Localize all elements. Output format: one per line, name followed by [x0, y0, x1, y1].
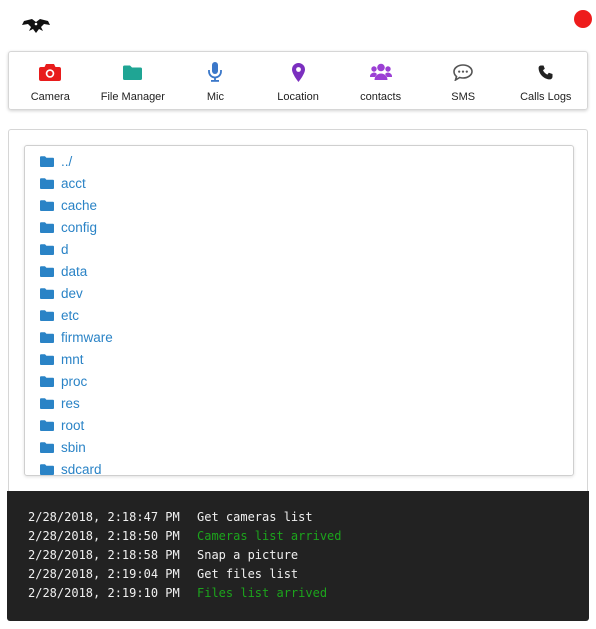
microphone-icon [203, 61, 227, 83]
tool-camera[interactable]: Camera [9, 52, 92, 109]
tool-label: contacts [360, 91, 402, 103]
folder-icon [40, 265, 54, 277]
toolbar: Camera File Manager Mic Location contact… [8, 51, 588, 110]
log-row: 2/28/2018, 2:19:10 PM Files list arrived [28, 583, 589, 602]
users-icon [369, 61, 393, 83]
log-timestamp: 2/28/2018, 2:19:04 PM [28, 566, 180, 581]
file-item[interactable]: sdcard [40, 458, 573, 476]
status-dot-icon [574, 10, 592, 28]
file-item[interactable]: proc [40, 370, 573, 392]
file-name: ../ [61, 153, 73, 169]
console-log: 2/28/2018, 2:18:47 PM Get cameras list 2/2… [7, 491, 589, 621]
tool-label: Mic [206, 91, 224, 103]
file-item[interactable]: acct [40, 172, 573, 194]
file-name: data [61, 263, 88, 279]
file-item[interactable]: dev [40, 282, 573, 304]
tool-calls-logs[interactable]: Calls Logs [504, 52, 587, 109]
header [0, 0, 596, 48]
folder-icon [40, 155, 54, 167]
folder-icon [40, 177, 54, 189]
file-manager-panel: ../ acct cache config d data dev etc firmware mnt… [8, 129, 588, 491]
folder-icon [40, 463, 54, 475]
file-item[interactable]: firmware [40, 326, 573, 348]
folder-icon [40, 353, 54, 365]
file-name: firmware [61, 329, 113, 345]
file-name: config [61, 219, 98, 235]
tool-label: SMS [451, 91, 476, 103]
tool-label: Location [277, 91, 319, 103]
file-name: proc [61, 373, 88, 389]
file-name: acct [61, 175, 86, 191]
log-timestamp: 2/28/2018, 2:18:58 PM [28, 547, 180, 562]
tool-label: Calls Logs [520, 91, 572, 103]
log-row: 2/28/2018, 2:19:04 PM Get files list [28, 564, 589, 583]
tool-file-manager[interactable]: File Manager [92, 52, 175, 109]
file-name: root [61, 417, 85, 433]
log-timestamp: 2/28/2018, 2:19:10 PM [28, 585, 180, 600]
log-message: Get files list [197, 566, 299, 581]
log-message: Cameras list arrived [197, 528, 342, 543]
raven-logo-icon[interactable] [22, 18, 50, 34]
file-item[interactable]: mnt [40, 348, 573, 370]
file-name: res [61, 395, 80, 411]
file-name: dev [61, 285, 83, 301]
folder-icon [40, 287, 54, 299]
file-item[interactable]: sbin [40, 436, 573, 458]
folder-icon [40, 199, 54, 211]
tool-mic[interactable]: Mic [174, 52, 257, 109]
folder-icon [40, 309, 54, 321]
log-timestamp: 2/28/2018, 2:18:47 PM [28, 509, 180, 524]
file-list: ../ acct cache config d data dev etc firmware mnt… [25, 146, 573, 476]
map-marker-icon [286, 61, 310, 83]
folder-icon [40, 243, 54, 255]
file-item[interactable]: res [40, 392, 573, 414]
tool-contacts[interactable]: contacts [339, 52, 422, 109]
phone-icon [534, 61, 558, 83]
folder-icon [40, 375, 54, 387]
log-timestamp: 2/28/2018, 2:18:50 PM [28, 528, 180, 543]
tool-sms[interactable]: SMS [422, 52, 505, 109]
file-item[interactable]: d [40, 238, 573, 260]
log-message: Files list arrived [197, 585, 328, 600]
log-message: Get cameras list [197, 509, 313, 524]
folder-icon [40, 331, 54, 343]
folder-icon [40, 441, 54, 453]
file-name: d [61, 241, 69, 257]
file-name: etc [61, 307, 80, 323]
file-item[interactable]: etc [40, 304, 573, 326]
file-item[interactable]: data [40, 260, 573, 282]
file-name: sbin [61, 439, 86, 455]
folder-icon [40, 397, 54, 409]
log-row: 2/28/2018, 2:18:47 PM Get cameras list [28, 507, 589, 526]
log-row: 2/28/2018, 2:18:58 PM Snap a picture [28, 545, 589, 564]
log-row: 2/28/2018, 2:18:50 PM Cameras list arrive… [28, 526, 589, 545]
file-item[interactable]: cache [40, 194, 573, 216]
tool-label: File Manager [100, 91, 165, 103]
file-name: cache [61, 197, 98, 213]
folder-icon [40, 419, 54, 431]
camera-icon [38, 61, 62, 83]
tool-location[interactable]: Location [257, 52, 340, 109]
tool-label: Camera [30, 91, 70, 103]
log-message: Snap a picture [197, 547, 299, 562]
file-item[interactable]: ../ [40, 150, 573, 172]
file-list-container[interactable]: ../ acct cache config d data dev etc firmware mnt… [24, 145, 574, 476]
file-name: sdcard [61, 461, 102, 476]
file-item[interactable]: root [40, 414, 573, 436]
folder-icon [121, 61, 145, 83]
comment-icon [451, 61, 475, 83]
file-item[interactable]: config [40, 216, 573, 238]
folder-icon [40, 221, 54, 233]
file-name: mnt [61, 351, 84, 367]
